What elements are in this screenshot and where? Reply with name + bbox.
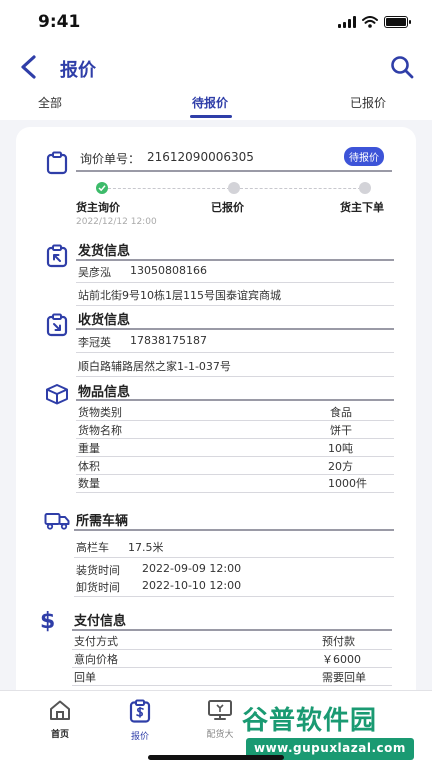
payment-row-value: 需要回单	[322, 671, 366, 684]
search-button[interactable]	[386, 50, 418, 84]
quote-icon	[129, 699, 151, 723]
receiver-name: 李冠英	[78, 336, 111, 349]
tab-pending[interactable]: 待报价	[192, 94, 228, 111]
package-icon	[46, 384, 68, 405]
truck-icon	[44, 513, 70, 530]
divider	[74, 596, 394, 597]
home-indicator	[148, 755, 284, 760]
goods-title: 物品信息	[78, 385, 131, 400]
payment-title: 支付信息	[74, 614, 127, 629]
vehicle-length: 17.5米	[128, 541, 164, 554]
divider	[76, 170, 392, 172]
check-icon	[98, 185, 106, 192]
step-connector	[240, 188, 361, 189]
step-label: 货主下单	[340, 201, 384, 214]
status-badge: 待报价	[344, 147, 384, 166]
goods-row-value: 10吨	[328, 442, 353, 455]
nav-bar: 报价	[0, 44, 432, 90]
page-title: 报价	[60, 60, 96, 81]
divider	[76, 352, 394, 353]
goods-row-label: 货物名称	[78, 424, 122, 437]
search-icon	[391, 56, 414, 79]
payment-row-label: 意向价格	[74, 653, 118, 666]
signal-icon	[338, 16, 356, 28]
payment-row-label: 支付方式	[74, 635, 118, 648]
goods-row-value: 饼干	[330, 424, 352, 437]
goods-row-label: 数量	[78, 477, 100, 490]
order-number: 21612090006305	[147, 150, 254, 164]
wifi-icon	[362, 16, 378, 28]
divider	[76, 282, 394, 283]
step-dot	[228, 182, 240, 194]
goods-row-label: 货物类别	[78, 406, 122, 419]
load-time: 2022-09-09 12:00	[142, 562, 242, 575]
divider	[74, 529, 394, 531]
chevron-left-icon	[21, 55, 36, 79]
receiver-address: 顺白路辅路居然之家1-1-037号	[78, 360, 231, 373]
step-connector	[108, 188, 230, 189]
tabbar-label: 报价	[130, 732, 149, 742]
step-time: 2022/12/12 12:00	[76, 217, 157, 227]
back-button[interactable]	[12, 50, 44, 84]
outgoing-box-icon	[46, 244, 68, 268]
sender-phone: 13050808166	[130, 264, 207, 277]
payment-row-value: 预付款	[322, 635, 355, 648]
divider	[76, 399, 394, 401]
divider	[72, 667, 392, 668]
step-dot	[359, 182, 371, 194]
status-tabs: 全部 待报价 已报价	[0, 90, 432, 120]
divider	[72, 629, 392, 631]
tab-all[interactable]: 全部	[38, 94, 62, 111]
payment-row-value: ￥6000	[322, 653, 361, 666]
load-time-label: 装货时间	[76, 564, 120, 577]
goods-row-value: 食品	[330, 406, 352, 419]
home-icon	[50, 700, 70, 720]
divider	[76, 305, 394, 306]
order-number-label: 询价单号：	[80, 152, 141, 166]
receiver-title: 收货信息	[78, 313, 131, 328]
status-icons	[338, 16, 411, 28]
clipboard-icon	[46, 151, 68, 175]
tabbar-label: 首页	[50, 730, 69, 740]
sender-address: 站前北街9号10栋1层115号国泰谊宾商城	[78, 289, 281, 302]
status-time: 9:41	[38, 12, 81, 32]
tabbar-item-quote[interactable]: 报价	[110, 699, 170, 742]
payment-row-label: 回单	[74, 671, 96, 684]
step-label: 已报价	[211, 201, 244, 214]
sender-title: 发货信息	[78, 244, 131, 259]
active-tab-indicator	[190, 115, 232, 118]
step-label: 货主询价	[76, 201, 120, 214]
divider	[76, 328, 394, 330]
divider	[76, 376, 394, 377]
vehicle-title: 所需车辆	[76, 514, 129, 529]
goods-row-label: 重量	[78, 442, 100, 455]
unload-time: 2022-10-10 12:00	[142, 579, 242, 592]
goods-row-value: 20方	[328, 460, 353, 473]
goods-row-value: 1000件	[328, 477, 367, 490]
incoming-box-icon	[46, 313, 68, 337]
tabbar-item-home[interactable]: 首页	[30, 699, 90, 740]
divider	[72, 649, 392, 650]
inquiry-card: 询价单号： 21612090006305 待报价 货主询价 已报价 货主下单 2…	[16, 127, 416, 747]
dollar-icon: $	[40, 609, 56, 634]
vehicle-type: 高栏车	[76, 541, 109, 554]
divider	[76, 492, 394, 493]
battery-icon	[384, 16, 411, 28]
goods-row-label: 体积	[78, 460, 100, 473]
divider	[76, 438, 394, 439]
divider	[76, 259, 394, 261]
divider	[72, 685, 392, 686]
tab-quoted[interactable]: 已报价	[350, 94, 386, 111]
unload-time-label: 卸货时间	[76, 581, 120, 594]
divider	[74, 557, 394, 558]
sender-name: 吴彦泓	[78, 266, 111, 279]
divider	[76, 420, 394, 421]
divider	[76, 456, 394, 457]
watermark-title: 谷普软件园	[242, 706, 378, 736]
receiver-phone: 17838175187	[130, 334, 207, 347]
status-bar: 9:41	[0, 0, 432, 44]
